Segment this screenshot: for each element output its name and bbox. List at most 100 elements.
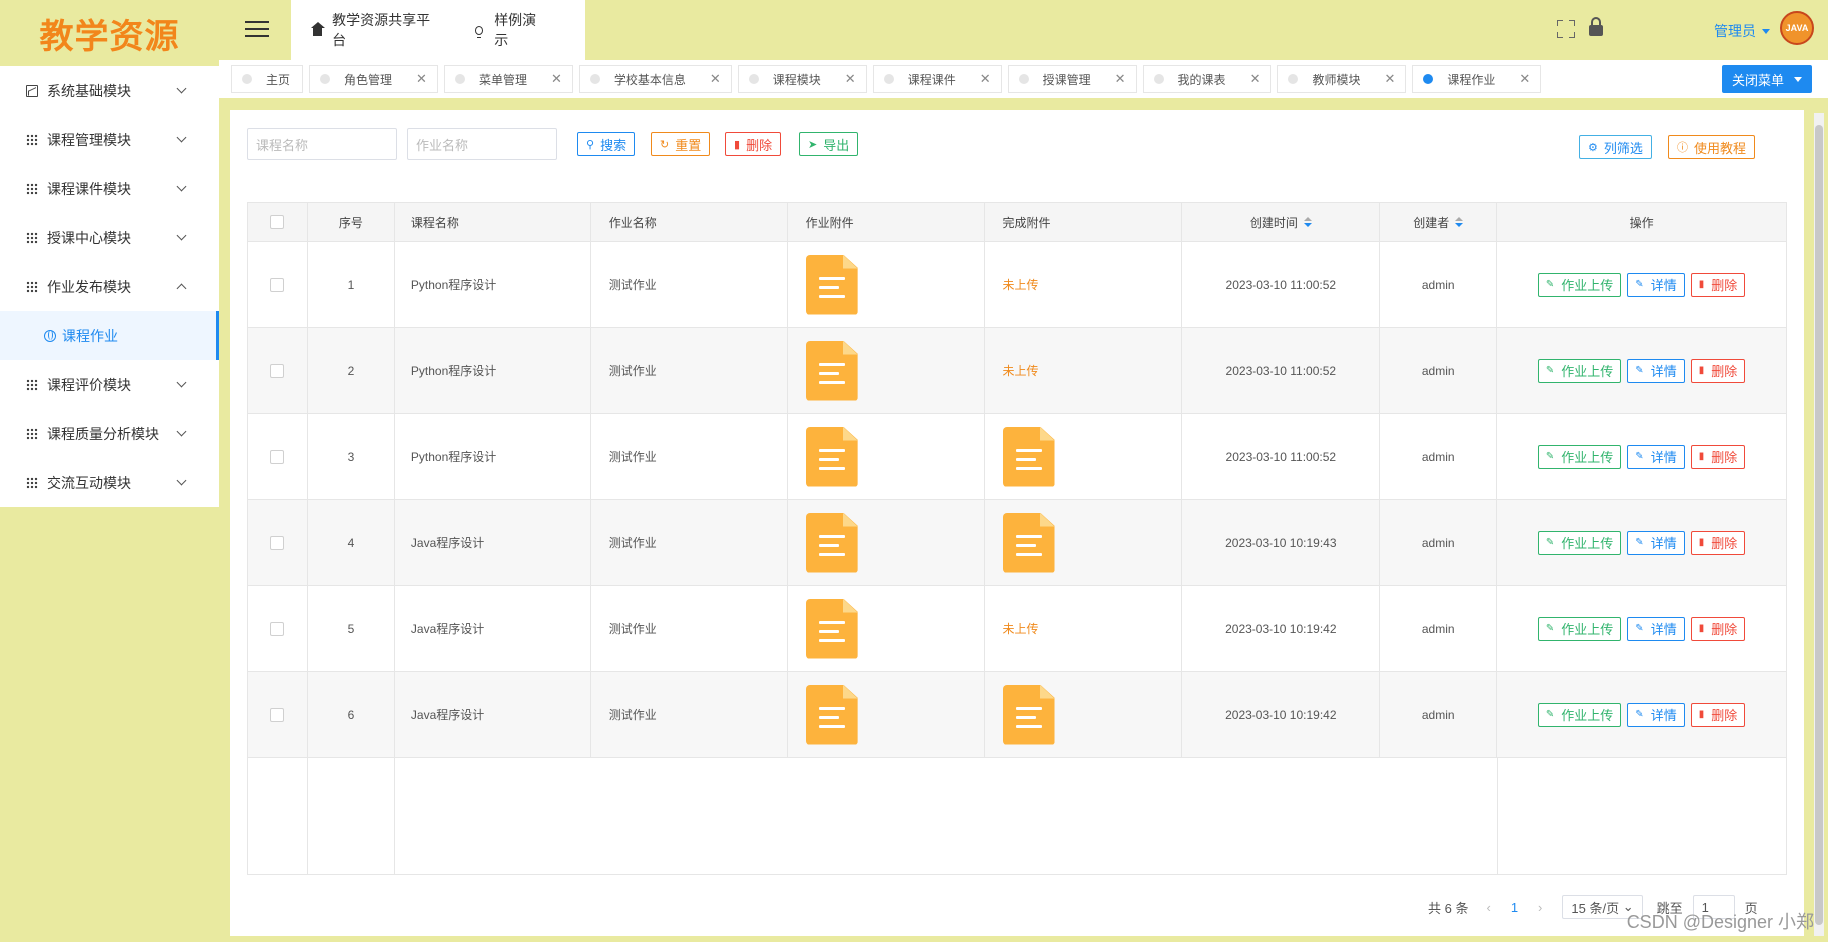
row-delete-button[interactable]: ▮ 删除 <box>1690 702 1746 727</box>
close-icon[interactable]: ✕ <box>416 71 427 87</box>
sidebar-item-teaching[interactable]: 授课中心模块 <box>0 213 219 262</box>
nav-platform[interactable]: 教学资源共享平台 <box>310 10 435 50</box>
avatar[interactable]: JAVA <box>1780 11 1814 45</box>
sidebar-item-homework[interactable]: 作业发布模块 <box>0 262 219 311</box>
file-icon[interactable] <box>805 254 858 315</box>
row-delete-button[interactable]: ▮ 删除 <box>1690 358 1746 383</box>
close-icon[interactable]: ✕ <box>551 71 562 87</box>
reset-button[interactable]: ↻ 重置 <box>651 132 711 156</box>
hamburger-menu-icon[interactable] <box>245 21 269 39</box>
tab-0[interactable]: 主页 <box>231 65 304 93</box>
sidebar-item-interaction[interactable]: 交流互动模块 <box>0 458 219 507</box>
close-icon[interactable]: ✕ <box>980 71 991 87</box>
upload-button[interactable]: ✎ 作业上传 <box>1537 272 1622 297</box>
row-checkbox[interactable] <box>270 535 285 550</box>
tab-1[interactable]: 角色管理 ✕ <box>309 65 438 93</box>
fullscreen-icon[interactable] <box>1557 20 1575 38</box>
sidebar-item-courseware[interactable]: 课程课件模块 <box>0 164 219 213</box>
trash-icon: ▮ <box>1698 623 1705 634</box>
tab-7[interactable]: 我的课表 ✕ <box>1142 65 1272 93</box>
grid-icon <box>26 182 38 195</box>
row-checkbox[interactable] <box>270 707 285 722</box>
close-icon[interactable]: ✕ <box>1115 71 1126 87</box>
lock-icon[interactable] <box>1589 17 1603 36</box>
edit-icon: ✎ <box>1635 365 1644 376</box>
close-icon[interactable]: ✕ <box>1384 71 1395 87</box>
row-checkbox[interactable] <box>270 363 285 378</box>
row-checkbox[interactable] <box>270 621 285 636</box>
upload-button[interactable]: ✎ 作业上传 <box>1537 702 1622 727</box>
close-icon[interactable]: ✕ <box>845 71 856 87</box>
user-dropdown[interactable]: 管理员 <box>1714 21 1770 41</box>
chevron-down-icon <box>176 132 187 143</box>
tab-8[interactable]: 教师模块 ✕ <box>1277 65 1407 93</box>
close-icon[interactable]: ✕ <box>1519 71 1530 87</box>
tab-2[interactable]: 菜单管理 ✕ <box>443 65 573 93</box>
search-button[interactable]: ⚲ 搜索 <box>577 132 636 156</box>
file-icon[interactable] <box>805 340 858 401</box>
upload-button[interactable]: ✎ 作业上传 <box>1537 530 1622 555</box>
row-checkbox[interactable] <box>270 449 285 464</box>
detail-button[interactable]: ✎ 详情 <box>1627 272 1685 297</box>
sidebar-item-evaluation[interactable]: 课程评价模块 <box>0 360 219 409</box>
done-file-icon[interactable] <box>1002 426 1055 487</box>
close-icon[interactable]: ✕ <box>1250 71 1261 87</box>
tab-9[interactable]: 课程作业 ✕ <box>1412 65 1542 93</box>
detail-button[interactable]: ✎ 详情 <box>1627 530 1685 555</box>
file-icon[interactable] <box>805 426 858 487</box>
upload-button[interactable]: ✎ 作业上传 <box>1537 616 1622 641</box>
sidebar-item-quality[interactable]: 课程质量分析模块 <box>0 409 219 458</box>
logo[interactable]: 教学资源 <box>0 0 219 66</box>
row-delete-button[interactable]: ▮ 删除 <box>1690 530 1746 555</box>
grid-icon <box>26 427 38 440</box>
select-all-checkbox[interactable] <box>270 215 285 229</box>
delete-button[interactable]: ▮ 删除 <box>725 132 782 156</box>
done-file-icon[interactable] <box>1002 684 1055 745</box>
page-number[interactable]: 1 <box>1511 900 1518 915</box>
edit-icon: ✎ <box>1545 279 1555 290</box>
detail-button[interactable]: ✎ 详情 <box>1627 358 1685 383</box>
upload-button[interactable]: ✎ 作业上传 <box>1537 444 1622 469</box>
done-file-icon[interactable] <box>1002 512 1055 573</box>
file-icon[interactable] <box>805 512 858 573</box>
nav-demo[interactable]: 样例演示 <box>474 10 545 50</box>
row-homework: 测试作业 <box>590 328 788 413</box>
column-filter-button[interactable]: ⚙ 列筛选 <box>1579 135 1652 159</box>
detail-button[interactable]: ✎ 详情 <box>1627 616 1685 641</box>
homework-name-input[interactable]: 作业名称 <box>407 128 557 160</box>
row-delete-button[interactable]: ▮ 删除 <box>1690 444 1746 469</box>
tab-3[interactable]: 学校基本信息 ✕ <box>578 65 732 93</box>
detail-button[interactable]: ✎ 详情 <box>1627 444 1685 469</box>
status-dot-icon <box>1288 74 1299 84</box>
tab-5[interactable]: 课程课件 ✕ <box>872 65 1002 93</box>
col-header-created[interactable]: 创建时间 <box>1182 203 1381 241</box>
close-icon[interactable]: ✕ <box>710 71 721 87</box>
sort-icon[interactable] <box>1303 217 1312 227</box>
scrollbar[interactable] <box>1814 113 1824 936</box>
homework-table: 序号 课程名称 作业名称 作业附件 完成附件 创建时间 创建者 操作 1 Pyth… <box>247 202 1787 875</box>
sidebar-item-course-manage[interactable]: 课程管理模块 <box>0 115 219 164</box>
edit-icon: ✎ <box>1545 451 1555 462</box>
export-button[interactable]: ➤ 导出 <box>799 132 859 156</box>
prev-page-icon[interactable]: ‹ <box>1486 900 1490 915</box>
edit-icon: ✎ <box>1635 623 1644 634</box>
sidebar-item-system[interactable]: 系统基础模块 <box>0 66 219 115</box>
next-page-icon[interactable]: › <box>1538 900 1542 915</box>
detail-button[interactable]: ✎ 详情 <box>1627 702 1685 727</box>
course-name-input[interactable]: 课程名称 <box>247 128 397 160</box>
upload-button[interactable]: ✎ 作业上传 <box>1537 358 1622 383</box>
row-delete-button[interactable]: ▮ 删除 <box>1690 272 1746 297</box>
col-header-creator[interactable]: 创建者 <box>1380 203 1498 241</box>
scrollbar-thumb[interactable] <box>1815 125 1823 925</box>
tab-6[interactable]: 授课管理 ✕ <box>1007 65 1137 93</box>
row-checkbox[interactable] <box>270 277 285 292</box>
table-header: 序号 课程名称 作业名称 作业附件 完成附件 创建时间 创建者 操作 <box>248 203 1787 242</box>
close-menu-button[interactable]: 关闭菜单 <box>1721 65 1812 93</box>
file-icon[interactable] <box>805 684 858 745</box>
file-icon[interactable] <box>805 598 858 659</box>
row-delete-button[interactable]: ▮ 删除 <box>1690 616 1746 641</box>
tutorial-button[interactable]: ⓘ 使用教程 <box>1668 135 1756 159</box>
sidebar-subitem-course-homework[interactable]: 课程作业 <box>0 311 219 360</box>
tab-4[interactable]: 课程模块 ✕ <box>737 65 867 93</box>
sort-icon[interactable] <box>1455 217 1464 227</box>
